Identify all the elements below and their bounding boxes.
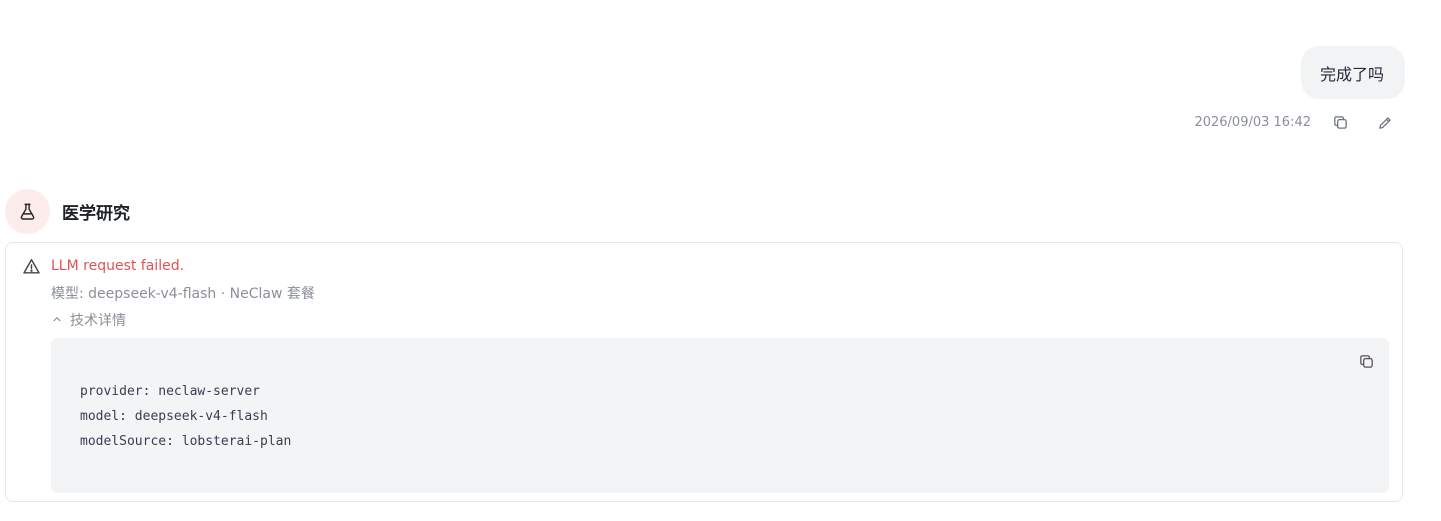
tech-details-label: 技术详情 bbox=[70, 313, 126, 329]
user-message-bubble: 完成了吗 bbox=[1300, 46, 1405, 99]
user-message-meta: 2026/09/03 16:42 bbox=[1194, 111, 1396, 133]
code-line: provider: neclaw-server bbox=[80, 384, 261, 399]
code-lines: provider: neclaw-server model: deepseek-… bbox=[80, 379, 291, 454]
assistant-avatar bbox=[5, 189, 50, 234]
error-model-info: 模型: deepseek-v4-flash · NeClaw 套餐 bbox=[51, 286, 315, 302]
code-line: model: deepseek-v4-flash bbox=[80, 409, 268, 424]
error-title: LLM request failed. bbox=[51, 258, 185, 274]
pencil-icon bbox=[1378, 116, 1391, 129]
copy-icon bbox=[1359, 354, 1373, 368]
edit-message-button[interactable] bbox=[1374, 111, 1396, 133]
tech-details-toggle[interactable]: 技术详情 bbox=[52, 310, 126, 330]
copy-icon bbox=[1333, 115, 1347, 129]
user-message-text: 完成了吗 bbox=[1319, 64, 1384, 84]
tech-details-code-block: provider: neclaw-server model: deepseek-… bbox=[51, 338, 1389, 493]
error-card: LLM request failed. 模型: deepseek-v4-flas… bbox=[5, 242, 1403, 502]
chat-page: 完成了吗 2026/09/03 16:42 医学研究 LLM request f… bbox=[0, 0, 1441, 521]
copy-message-button[interactable] bbox=[1329, 111, 1351, 133]
code-line: modelSource: lobsterai-plan bbox=[80, 434, 292, 449]
assistant-name: 医学研究 bbox=[62, 204, 130, 224]
chevron-up-icon bbox=[52, 314, 64, 326]
assistant-header: 医学研究 bbox=[5, 189, 130, 234]
message-timestamp: 2026/09/03 16:42 bbox=[1194, 114, 1311, 130]
flask-icon bbox=[20, 203, 35, 220]
error-title-row: LLM request failed. bbox=[21, 256, 184, 276]
warning-icon bbox=[21, 256, 41, 276]
copy-code-button[interactable] bbox=[1355, 350, 1377, 372]
